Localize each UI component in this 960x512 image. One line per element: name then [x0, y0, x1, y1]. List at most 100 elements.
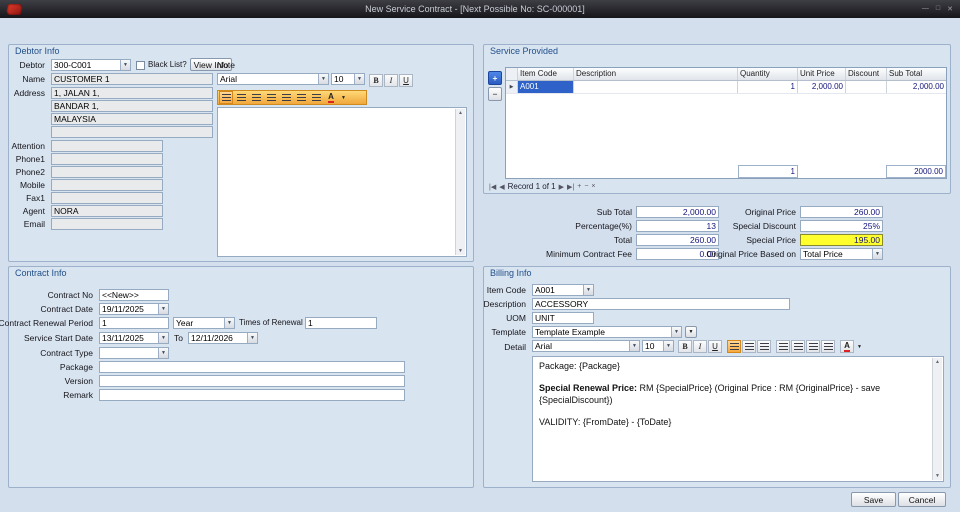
- indent-icon[interactable]: [309, 91, 323, 104]
- billing-description-field[interactable]: ACCESSORY: [532, 298, 790, 310]
- total-field[interactable]: 260.00: [636, 234, 719, 246]
- bullet-list-icon[interactable]: [264, 91, 278, 104]
- chevron-down-icon[interactable]: ▼: [224, 318, 234, 328]
- col-discount[interactable]: Discount: [846, 68, 887, 80]
- col-quantity[interactable]: Quantity: [738, 68, 798, 80]
- scroll-down-icon[interactable]: ▼: [935, 473, 940, 479]
- align-left-icon[interactable]: [219, 91, 233, 104]
- address-line3-field[interactable]: MALAYSIA: [51, 113, 213, 125]
- phone1-field[interactable]: [51, 153, 163, 165]
- debtor-combo[interactable]: 300-C001 ▼: [51, 59, 131, 71]
- chevron-down-icon[interactable]: ▼: [629, 341, 639, 351]
- italic-button[interactable]: I: [384, 74, 398, 87]
- contract-type-combo[interactable]: ▼: [99, 347, 169, 359]
- package-field[interactable]: [99, 361, 405, 373]
- cell-description[interactable]: [574, 81, 738, 93]
- email-field[interactable]: [51, 218, 163, 230]
- address-line2-field[interactable]: BANDAR 1,: [51, 100, 213, 112]
- special-discount-field[interactable]: 25%: [800, 220, 883, 232]
- cell-item-code[interactable]: A001: [518, 81, 574, 93]
- note-textarea[interactable]: ▲ ▼: [217, 107, 467, 257]
- table-row[interactable]: ▶ A001 1 2,000.00 2,000.00: [506, 81, 946, 94]
- cell-unit-price[interactable]: 2,000.00: [798, 81, 846, 93]
- chevron-down-icon[interactable]: ▼: [671, 327, 681, 337]
- align-right-icon[interactable]: [249, 91, 263, 104]
- address-line4-field[interactable]: [51, 126, 213, 138]
- align-right-icon[interactable]: [757, 340, 771, 353]
- align-left-icon[interactable]: [727, 340, 741, 353]
- minimize-button[interactable]: —: [922, 5, 929, 13]
- times-of-renewal-field[interactable]: 1: [305, 317, 377, 329]
- contract-no-field[interactable]: <<New>>: [99, 289, 169, 301]
- col-unit-price[interactable]: Unit Price: [798, 68, 846, 80]
- cell-sub-total[interactable]: 2,000.00: [887, 81, 947, 93]
- original-price-field[interactable]: 260.00: [800, 206, 883, 218]
- bold-button[interactable]: B: [369, 74, 383, 87]
- maximize-button[interactable]: □: [936, 5, 940, 13]
- percentage-field[interactable]: 13: [636, 220, 719, 232]
- agent-field[interactable]: NORA: [51, 205, 163, 217]
- template-dropdown-button[interactable]: ▼: [685, 326, 697, 338]
- note-font-combo[interactable]: Arial ▼: [217, 73, 329, 85]
- chevron-down-icon[interactable]: ▼: [158, 348, 168, 358]
- fax1-field[interactable]: [51, 192, 163, 204]
- align-center-icon[interactable]: [742, 340, 756, 353]
- scroll-up-icon[interactable]: ▲: [458, 110, 463, 116]
- nav-append-icon[interactable]: +: [577, 183, 581, 190]
- name-field[interactable]: CUSTOMER 1: [51, 73, 213, 85]
- chevron-down-icon[interactable]: ▼: [318, 74, 328, 84]
- bullet-list-icon[interactable]: [776, 340, 790, 353]
- chevron-down-icon[interactable]: ▼: [247, 333, 257, 343]
- service-start-date-picker[interactable]: 13/11/2025 ▼: [99, 332, 169, 344]
- note-scrollbar[interactable]: ▲ ▼: [455, 109, 465, 255]
- col-sub-total[interactable]: Sub Total: [887, 68, 947, 80]
- address-line1-field[interactable]: 1, JALAN 1,: [51, 87, 213, 99]
- chevron-down-icon[interactable]: ▼: [339, 91, 348, 104]
- chevron-down-icon[interactable]: ▼: [855, 340, 864, 353]
- chevron-down-icon[interactable]: ▼: [158, 333, 168, 343]
- outdent-icon[interactable]: [806, 340, 820, 353]
- nav-last-icon[interactable]: ▶|: [567, 183, 574, 191]
- nav-edit-icon[interactable]: ×: [591, 183, 595, 190]
- cancel-button[interactable]: Cancel: [898, 492, 946, 507]
- scroll-down-icon[interactable]: ▼: [458, 248, 463, 254]
- nav-first-icon[interactable]: |◀: [489, 183, 496, 191]
- nav-prev-icon[interactable]: ◀: [499, 183, 504, 191]
- mobile-field[interactable]: [51, 179, 163, 191]
- bold-button[interactable]: B: [678, 340, 692, 353]
- chevron-down-icon[interactable]: ▼: [583, 285, 593, 295]
- black-list-checkbox[interactable]: [136, 61, 145, 70]
- nav-delete-icon[interactable]: −: [584, 183, 588, 190]
- font-color-button[interactable]: A: [840, 340, 854, 353]
- billing-item-code-combo[interactable]: A001 ▼: [532, 284, 594, 296]
- underline-button[interactable]: U: [708, 340, 722, 353]
- uom-field[interactable]: UNIT: [532, 312, 594, 324]
- remark-field[interactable]: [99, 389, 405, 401]
- underline-button[interactable]: U: [399, 74, 413, 87]
- add-row-button[interactable]: +: [488, 71, 502, 85]
- sub-total-field[interactable]: 2,000.00: [636, 206, 719, 218]
- cell-quantity[interactable]: 1: [738, 81, 798, 93]
- renewal-period-field[interactable]: 1: [99, 317, 169, 329]
- chevron-down-icon[interactable]: ▼: [663, 341, 673, 351]
- align-center-icon[interactable]: [234, 91, 248, 104]
- chevron-down-icon[interactable]: ▼: [120, 60, 130, 70]
- save-button[interactable]: Save: [851, 492, 896, 507]
- font-color-button[interactable]: A: [324, 91, 338, 104]
- detail-textarea[interactable]: Package: {Package} Special Renewal Price…: [532, 356, 944, 482]
- chevron-down-icon[interactable]: ▼: [158, 304, 168, 314]
- renewal-unit-combo[interactable]: Year ▼: [173, 317, 235, 329]
- note-fontsize-combo[interactable]: 10 ▼: [331, 73, 365, 85]
- service-end-date-picker[interactable]: 12/11/2026 ▼: [188, 332, 258, 344]
- close-button[interactable]: ✕: [947, 5, 953, 13]
- chevron-down-icon[interactable]: ▼: [354, 74, 364, 84]
- template-combo[interactable]: Template Example ▼: [532, 326, 682, 338]
- numbered-list-icon[interactable]: [279, 91, 293, 104]
- numbered-list-icon[interactable]: [791, 340, 805, 353]
- scroll-up-icon[interactable]: ▲: [935, 359, 940, 365]
- special-price-field[interactable]: 195.00: [800, 234, 883, 246]
- version-field[interactable]: [99, 375, 405, 387]
- nav-next-icon[interactable]: ▶: [559, 183, 564, 191]
- detail-font-combo[interactable]: Arial ▼: [532, 340, 640, 352]
- detail-scrollbar[interactable]: ▲ ▼: [932, 358, 942, 480]
